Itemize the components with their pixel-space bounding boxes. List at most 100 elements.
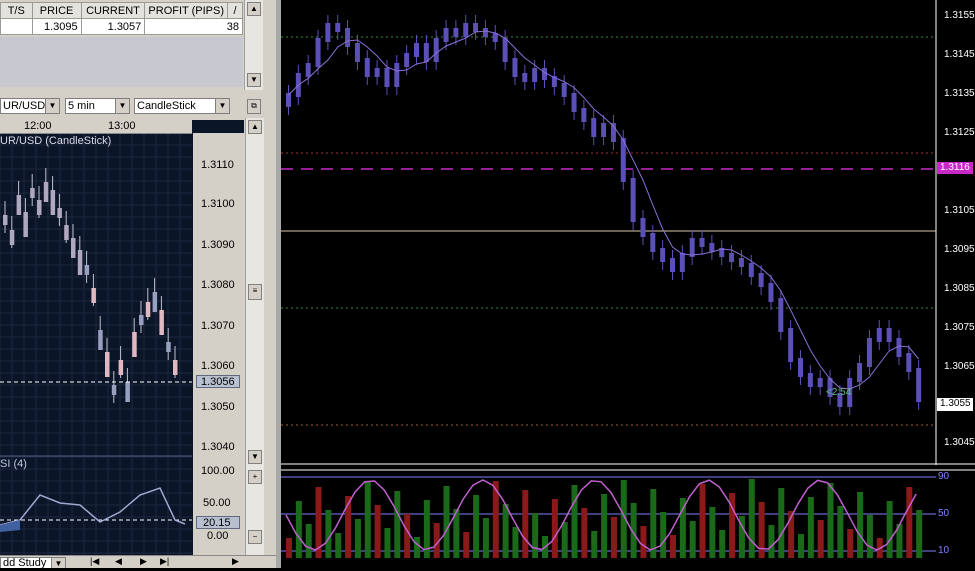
volume-bar: [837, 506, 844, 558]
nav-prev-icon[interactable]: ◀: [115, 556, 122, 567]
candle-body: [532, 68, 538, 82]
candle-body: [166, 342, 171, 352]
candle-body: [768, 283, 774, 302]
chevron-down-icon: ▼: [115, 99, 129, 113]
add-study-select[interactable]: dd Study ▼: [0, 557, 66, 568]
scroll-up-icon[interactable]: ▲: [248, 120, 262, 134]
price-label: 1.3125: [944, 127, 975, 138]
candle-body: [145, 302, 151, 317]
volume-bar: [414, 537, 420, 558]
candle-body: [591, 118, 597, 137]
volume-bar: [679, 498, 686, 558]
volume-bar: [640, 526, 647, 558]
volume-bar: [286, 538, 292, 558]
current-price-badge: 1.3056: [196, 375, 240, 388]
current-price-badge: 1.3055: [937, 398, 973, 411]
candle-body: [502, 38, 508, 62]
price-label: 1.3080: [201, 279, 235, 291]
mini-chart-title: UR/USD (CandleStick): [0, 135, 112, 147]
zoom-out-icon[interactable]: −: [248, 530, 262, 544]
chart-type-value: CandleStick: [137, 100, 196, 112]
candle-body: [670, 258, 675, 272]
candle-body: [305, 63, 311, 77]
candle-body: [866, 338, 872, 367]
volume-bar: [857, 492, 864, 558]
osc-label: 50: [938, 508, 950, 519]
volume-bar: [522, 490, 529, 558]
candle-body: [364, 58, 370, 77]
price-label: 1.3045: [944, 437, 975, 448]
scroll-up-icon[interactable]: ▲: [247, 2, 261, 16]
main-chart[interactable]: [281, 0, 975, 568]
candle-body: [374, 68, 380, 77]
candle-body: [453, 28, 459, 37]
candle-body: [132, 332, 137, 357]
volume-bar: [443, 486, 450, 558]
chevron-down-icon: ▼: [45, 99, 59, 113]
symbol-value: UR/USD: [3, 100, 46, 112]
scroll-down-icon[interactable]: ▼: [247, 73, 261, 87]
scroll-down-icon[interactable]: ▼: [248, 450, 262, 464]
candle-body: [159, 310, 164, 335]
candle-body: [788, 328, 794, 362]
volume-bar: [571, 485, 578, 558]
volume-bar: [847, 529, 854, 558]
candle-body: [433, 38, 439, 62]
zoom-in-icon[interactable]: +: [248, 470, 262, 484]
positions-empty-area: [0, 37, 243, 87]
col-more[interactable]: /: [227, 2, 243, 19]
volume-bar: [709, 507, 716, 558]
volume-bar: [463, 532, 470, 558]
nav-last-icon[interactable]: ▶|: [160, 556, 169, 567]
nav-end-icon[interactable]: ▶: [232, 556, 239, 567]
candle-body: [173, 360, 178, 375]
cell-profit: 38: [144, 18, 243, 35]
mini-price-axis: 1.3110 1.3100 1.3090 1.3080 1.3070 1.306…: [193, 133, 244, 555]
volume-bar: [404, 514, 411, 558]
candle-body: [3, 215, 8, 225]
positions-scrollbar[interactable]: ▲ ▼: [244, 0, 263, 90]
positions-header-row: T/S PRICE CURRENT PROFIT (PIPS) /: [0, 2, 243, 19]
volume-bar: [610, 517, 617, 558]
price-label: 1.3110: [201, 159, 234, 171]
interval-select[interactable]: 5 min ▼: [65, 98, 130, 114]
candle-body: [571, 93, 577, 112]
nav-first-icon[interactable]: |◀: [90, 556, 99, 567]
col-current[interactable]: CURRENT: [80, 2, 146, 19]
col-ts[interactable]: T/S: [0, 2, 33, 19]
volume-bar: [335, 533, 342, 558]
candle-body: [601, 123, 607, 137]
chart-type-select[interactable]: CandleStick ▼: [134, 98, 230, 114]
candle-body: [512, 58, 518, 77]
table-row[interactable]: 1.3095 1.3057 38: [0, 18, 243, 35]
volume-bar: [689, 521, 696, 558]
mini-chart-scrollbar[interactable]: ▲ ≡ ▼ + −: [245, 118, 264, 568]
volume-bar: [581, 508, 588, 558]
candle-body: [105, 352, 110, 377]
volume-bar: [561, 522, 568, 558]
candle-body: [896, 338, 902, 357]
volume-bar: [886, 501, 893, 558]
volume-bar: [325, 510, 332, 558]
volume-bar: [817, 520, 824, 558]
candle-body: [857, 363, 863, 382]
interval-value: 5 min: [68, 100, 95, 112]
volume-bar: [551, 499, 558, 558]
volume-bar: [482, 518, 489, 558]
candle-body: [84, 265, 90, 275]
price-label: 1.3135: [944, 88, 975, 99]
candle-body: [139, 315, 144, 325]
rsi-label: 0.00: [207, 530, 229, 542]
col-price[interactable]: PRICE: [31, 2, 82, 19]
price-label: 1.3085: [944, 283, 975, 294]
scroll-thumb-icon[interactable]: ≡: [248, 284, 262, 300]
symbol-select[interactable]: UR/USD ▼: [0, 98, 60, 114]
volume-bar: [295, 501, 302, 558]
candle-body: [522, 73, 528, 82]
cell-ts: [0, 18, 33, 35]
col-profit[interactable]: PROFIT (PIPS): [144, 2, 229, 19]
nav-next-icon[interactable]: ▶: [140, 556, 147, 567]
price-label: 1.3050: [201, 401, 235, 413]
detach-window-icon[interactable]: ⧉: [247, 99, 261, 114]
price-label: 1.3070: [201, 320, 235, 332]
